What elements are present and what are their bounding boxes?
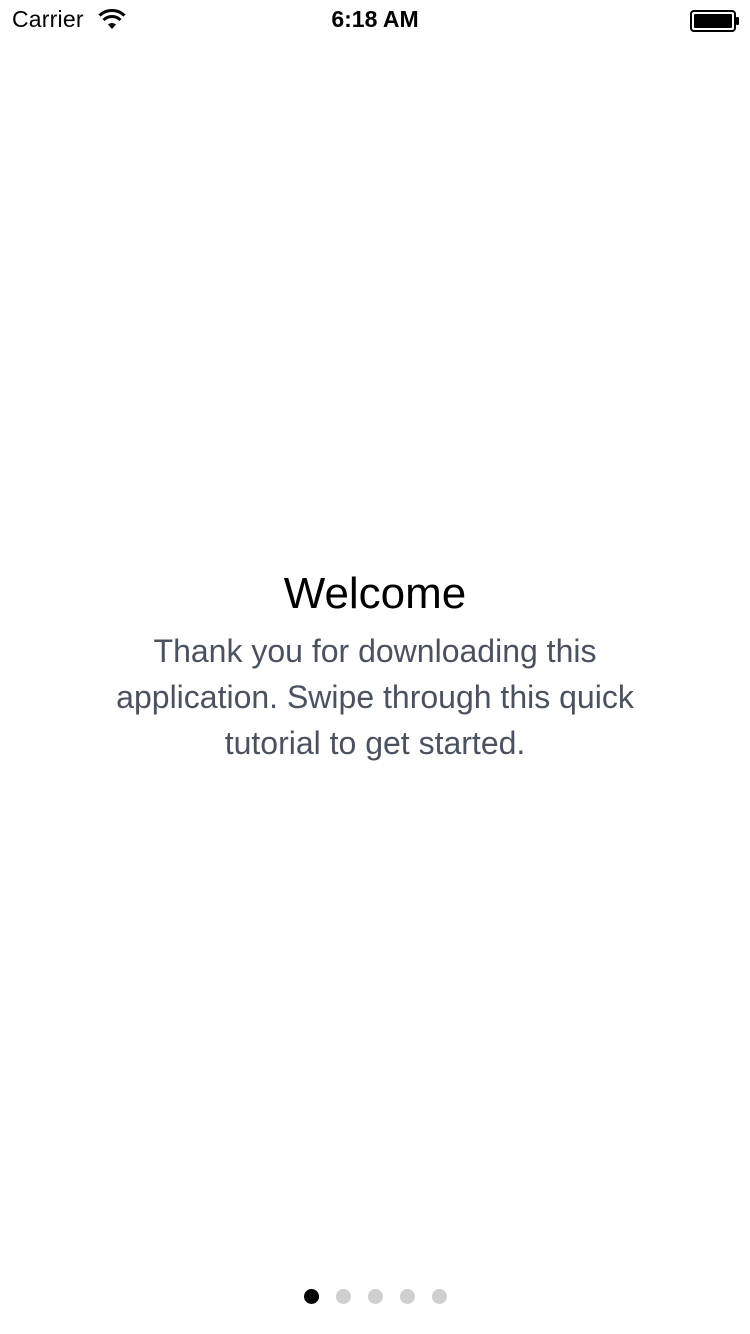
welcome-body: Thank you for downloading this applicati… bbox=[116, 633, 634, 761]
page-dot-3[interactable] bbox=[367, 1289, 383, 1304]
page-dot-5[interactable] bbox=[431, 1289, 447, 1304]
page-dot-4[interactable] bbox=[399, 1289, 415, 1304]
status-bar: Carrier 6:18 AM bbox=[0, 0, 750, 40]
status-time: 6:18 AM bbox=[331, 6, 419, 32]
page-dot-2[interactable] bbox=[335, 1289, 351, 1304]
welcome-title: Welcome bbox=[283, 569, 467, 618]
battery-icon bbox=[690, 10, 739, 32]
page-dot-1[interactable] bbox=[303, 1289, 319, 1304]
page-control[interactable] bbox=[0, 1289, 750, 1305]
welcome-content: Welcome Thank you for downloading this a… bbox=[0, 566, 750, 766]
